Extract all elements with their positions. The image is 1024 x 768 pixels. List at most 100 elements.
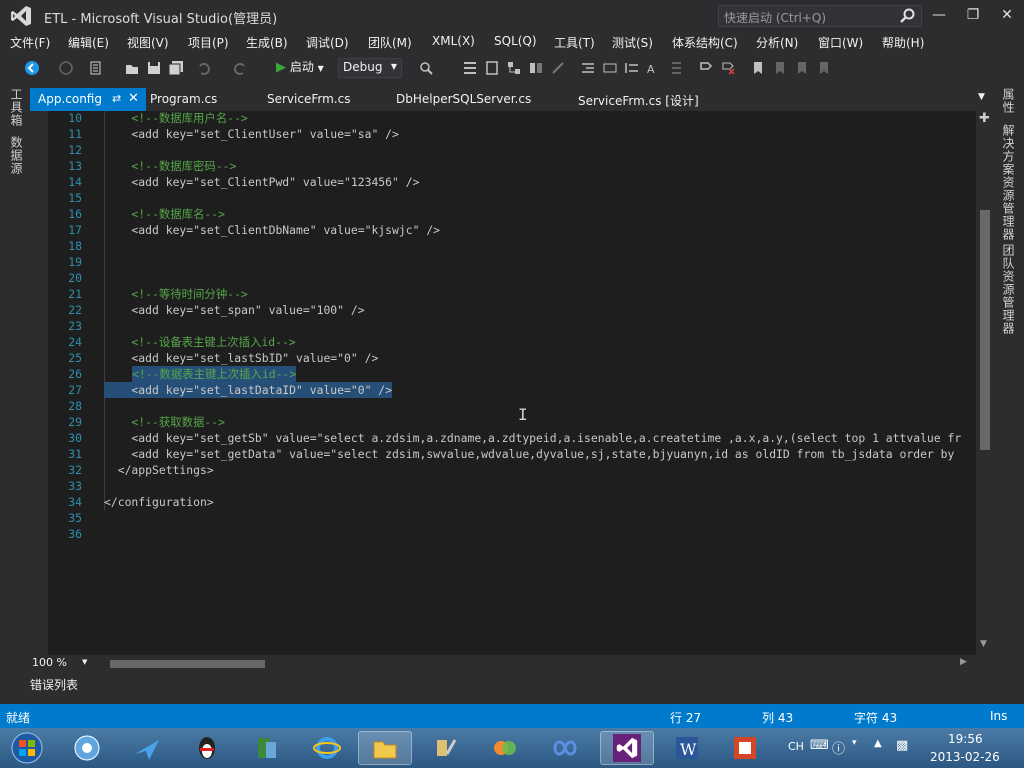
menu-xml[interactable]: XML(X) <box>432 34 475 48</box>
navigate-back-icon[interactable] <box>24 60 40 76</box>
format-icon[interactable] <box>602 60 618 76</box>
start-debug-button[interactable]: ▶ 启动 ▼ <box>276 58 324 78</box>
code-line[interactable]: 13 <!--数据库密码--> <box>48 158 976 174</box>
close-button[interactable]: ✕ <box>992 4 1022 26</box>
code-line[interactable]: 30 <add key="set_getSb" value="select a.… <box>48 430 976 446</box>
taskbar-internet-explorer[interactable] <box>300 731 354 765</box>
start-button[interactable] <box>0 731 54 765</box>
menu-architecture[interactable]: 体系结构(C) <box>672 34 738 51</box>
tab-overflow-dropdown[interactable]: ▼ <box>970 88 993 111</box>
menu-window[interactable]: 窗口(W) <box>818 34 863 51</box>
zoom-select[interactable]: 100 % ▼ <box>32 656 90 670</box>
save-icon[interactable] <box>146 60 162 76</box>
code-line[interactable]: 20 <box>48 270 976 286</box>
tray-options-icon[interactable]: ▾ <box>852 738 857 748</box>
code-line[interactable]: 26 <!--数据表主键上次插入id--> <box>48 366 976 382</box>
taskbar-media-player[interactable] <box>60 731 114 765</box>
code-line[interactable]: 24 <!--设备表主键上次插入id--> <box>48 334 976 350</box>
code-line[interactable]: 16 <!--数据库名--> <box>48 206 976 222</box>
menu-build[interactable]: 生成(B) <box>246 34 288 51</box>
code-line[interactable]: 10 <!--数据库用户名--> <box>48 111 976 126</box>
redo-icon[interactable] <box>232 60 248 76</box>
align-icon[interactable] <box>624 60 640 76</box>
document-icon[interactable] <box>484 60 500 76</box>
split-icon[interactable]: ✚ <box>979 111 990 126</box>
menu-sql[interactable]: SQL(Q) <box>494 34 537 48</box>
indent-icon[interactable] <box>580 60 596 76</box>
tab-app-config[interactable]: App.config ⇄ ✕ <box>30 88 146 111</box>
pin-icon[interactable]: ⇄ <box>112 92 121 105</box>
menu-project[interactable]: 项目(P) <box>188 34 229 51</box>
outline-icon[interactable] <box>668 60 684 76</box>
properties-tab[interactable]: 属性 <box>1000 88 1017 114</box>
clock-date[interactable]: 2013-02-26 <box>930 750 1000 764</box>
tools-icon[interactable] <box>550 60 566 76</box>
navigate-forward-icon[interactable] <box>58 60 74 76</box>
code-line[interactable]: 32 </appSettings> <box>48 462 976 478</box>
code-line[interactable]: 12 <box>48 142 976 158</box>
code-line[interactable]: 33 <box>48 478 976 494</box>
code-line[interactable]: 28 <box>48 398 976 414</box>
toolbox-tab[interactable]: 工具箱 <box>8 88 25 127</box>
taskbar-file-explorer[interactable] <box>358 731 412 765</box>
code-line[interactable]: 25 <add key="set_lastSbID" value="0" /> <box>48 350 976 366</box>
horizontal-scroll-thumb[interactable] <box>110 660 265 668</box>
code-line[interactable]: 31 <add key="set_getData" value="select … <box>48 446 976 462</box>
taskbar-word[interactable]: W <box>660 731 714 765</box>
clock-time[interactable]: 19:56 <box>948 732 983 746</box>
tab-servicefrm-cs[interactable]: ServiceFrm.cs <box>259 88 358 111</box>
input-language[interactable]: CH <box>788 740 804 753</box>
code-line[interactable]: 22 <add key="set_span" value="100" /> <box>48 302 976 318</box>
code-line[interactable]: 14 <add key="set_ClientPwd" value="12345… <box>48 174 976 190</box>
bookmark-icon[interactable] <box>750 60 766 76</box>
code-line[interactable]: 23 <box>48 318 976 334</box>
quick-launch-input[interactable]: 快速启动 (Ctrl+Q) <box>718 5 922 27</box>
code-line[interactable]: 17 <add key="set_ClientDbName" value="kj… <box>48 222 976 238</box>
undo-icon[interactable] <box>196 60 212 76</box>
minimize-button[interactable]: — <box>924 4 954 26</box>
team-explorer-tab[interactable]: 团队资源管理器 <box>1000 244 1017 335</box>
new-project-icon[interactable] <box>88 60 104 76</box>
network-status-icon[interactable]: ▩ <box>896 738 908 753</box>
tab-dbhelpersqlserver-cs[interactable]: DbHelperSQLServer.cs <box>388 88 539 111</box>
hierarchy-icon[interactable] <box>506 60 522 76</box>
compare-icon[interactable] <box>528 60 544 76</box>
taskbar-tools[interactable] <box>418 731 472 765</box>
code-line[interactable]: 15 <box>48 190 976 206</box>
code-line[interactable]: 11 <add key="set_ClientUser" value="sa" … <box>48 126 976 142</box>
taskbar-feiq[interactable] <box>120 731 174 765</box>
clear-bookmarks-icon[interactable] <box>816 60 832 76</box>
code-line[interactable]: 35 <box>48 510 976 526</box>
menu-edit[interactable]: 编辑(E) <box>68 34 109 51</box>
code-line[interactable]: 18 <box>48 238 976 254</box>
menu-test[interactable]: 测试(S) <box>612 34 653 51</box>
code-line[interactable]: 19 <box>48 254 976 270</box>
next-bookmark-icon[interactable] <box>794 60 810 76</box>
prev-bookmark-icon[interactable] <box>772 60 788 76</box>
taskbar-qq[interactable] <box>180 731 234 765</box>
code-line[interactable]: 34 </configuration> <box>48 494 976 510</box>
menu-view[interactable]: 视图(V) <box>127 34 169 51</box>
error-list-tab[interactable]: 错误列表 <box>30 676 78 696</box>
menu-file[interactable]: 文件(F) <box>10 34 50 51</box>
menu-team[interactable]: 团队(M) <box>368 34 412 51</box>
text-format-icon[interactable]: A <box>646 60 662 76</box>
open-file-icon[interactable] <box>124 60 140 76</box>
taskbar-infinity-app[interactable] <box>538 731 592 765</box>
search-icon[interactable] <box>900 8 916 24</box>
menu-analyze[interactable]: 分析(N) <box>756 34 798 51</box>
taskbar-visual-studio[interactable] <box>600 731 654 765</box>
restore-button[interactable]: ❐ <box>958 4 988 26</box>
code-editor[interactable]: 10 <!--数据库用户名--> 11 <add key="set_ClientU… <box>48 111 976 655</box>
show-hidden-icons-icon[interactable]: ▲ <box>874 738 882 749</box>
menu-debug[interactable]: 调试(D) <box>306 34 349 51</box>
list-icon[interactable] <box>462 60 478 76</box>
scroll-down-icon[interactable]: ▼ <box>980 639 987 649</box>
solution-configuration-select[interactable]: Debug ▼ <box>338 58 402 78</box>
scroll-right-icon[interactable]: ▶ <box>960 657 967 667</box>
breakpoint-icon[interactable] <box>698 60 714 76</box>
tab-program-cs[interactable]: Program.cs <box>142 88 225 111</box>
delete-breakpoint-icon[interactable] <box>720 60 736 76</box>
tab-servicefrm-designer[interactable]: ServiceFrm.cs [设计] <box>570 88 707 111</box>
menu-tools[interactable]: 工具(T) <box>554 34 595 51</box>
